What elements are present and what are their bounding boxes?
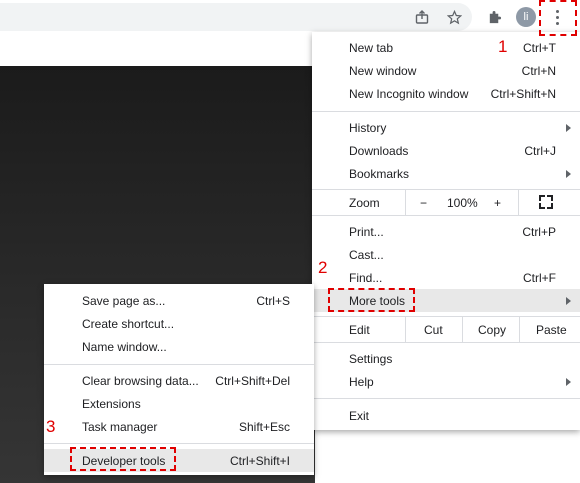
profile-avatar[interactable]: li — [516, 7, 536, 27]
chevron-right-icon — [566, 377, 571, 386]
browser-toolbar: li — [0, 0, 580, 33]
menu-item-print[interactable]: Print... Ctrl+P — [312, 220, 580, 243]
menu-item-help[interactable]: Help — [312, 370, 580, 393]
annotation-step-1: 1 — [498, 37, 508, 56]
menu-item-exit[interactable]: Exit — [312, 404, 580, 427]
menu-divider — [312, 342, 580, 343]
menu-divider — [312, 398, 580, 399]
annotation-step-2: 2 — [318, 258, 328, 277]
chevron-right-icon — [566, 169, 571, 178]
edit-divider — [405, 317, 406, 342]
menu-item-new-incognito[interactable]: New Incognito window Ctrl+Shift+N — [312, 82, 580, 105]
fullscreen-icon[interactable] — [539, 195, 553, 209]
copy-button[interactable]: Copy — [478, 317, 506, 342]
submenu-item-save-page[interactable]: Save page as... Ctrl+S — [44, 289, 314, 312]
submenu-item-create-shortcut[interactable]: Create shortcut... — [44, 312, 314, 335]
edit-divider — [519, 317, 520, 342]
submenu-item-extensions[interactable]: Extensions — [44, 392, 314, 415]
edit-row: Edit Cut Copy Paste — [312, 317, 580, 342]
address-bar[interactable] — [0, 3, 472, 31]
annotation-box-more-tools — [328, 288, 415, 312]
menu-divider — [312, 215, 580, 216]
menu-item-history[interactable]: History — [312, 116, 580, 139]
menu-item-settings[interactable]: Settings — [312, 347, 580, 370]
menu-item-downloads[interactable]: Downloads Ctrl+J — [312, 139, 580, 162]
zoom-row: Zoom − 100% + — [312, 190, 580, 215]
menu-item-cast[interactable]: Cast... — [312, 243, 580, 266]
submenu-divider — [44, 443, 314, 444]
share-icon[interactable] — [412, 7, 432, 27]
zoom-label: Zoom — [349, 195, 380, 210]
menu-item-new-tab[interactable]: New tab Ctrl+T — [312, 36, 580, 59]
menu-divider — [312, 111, 580, 112]
edit-divider — [462, 317, 463, 342]
annotation-box-menu — [539, 0, 577, 36]
chevron-right-icon — [566, 123, 571, 132]
annotation-step-3: 3 — [46, 417, 56, 436]
submenu-item-clear-data[interactable]: Clear browsing data... Ctrl+Shift+Del — [44, 369, 314, 392]
zoom-divider — [405, 190, 406, 215]
zoom-level: 100% — [447, 195, 478, 210]
star-icon[interactable] — [444, 7, 464, 27]
zoom-out-button[interactable]: − — [420, 190, 427, 215]
submenu-item-task-manager[interactable]: Task manager Shift+Esc — [44, 415, 314, 438]
edit-label: Edit — [349, 322, 370, 337]
extensions-puzzle-icon[interactable] — [484, 7, 504, 27]
menu-item-new-window[interactable]: New window Ctrl+N — [312, 59, 580, 82]
paste-button[interactable]: Paste — [536, 317, 567, 342]
menu-item-find[interactable]: Find... Ctrl+F — [312, 266, 580, 289]
zoom-in-button[interactable]: + — [494, 190, 501, 215]
chevron-right-icon — [566, 296, 571, 305]
annotation-box-developer-tools — [70, 447, 176, 471]
chrome-menu: New tab Ctrl+T New window Ctrl+N New Inc… — [312, 32, 580, 430]
zoom-divider — [518, 190, 519, 215]
cut-button[interactable]: Cut — [424, 317, 443, 342]
menu-item-bookmarks[interactable]: Bookmarks — [312, 162, 580, 185]
submenu-divider — [44, 364, 314, 365]
submenu-item-name-window[interactable]: Name window... — [44, 335, 314, 358]
